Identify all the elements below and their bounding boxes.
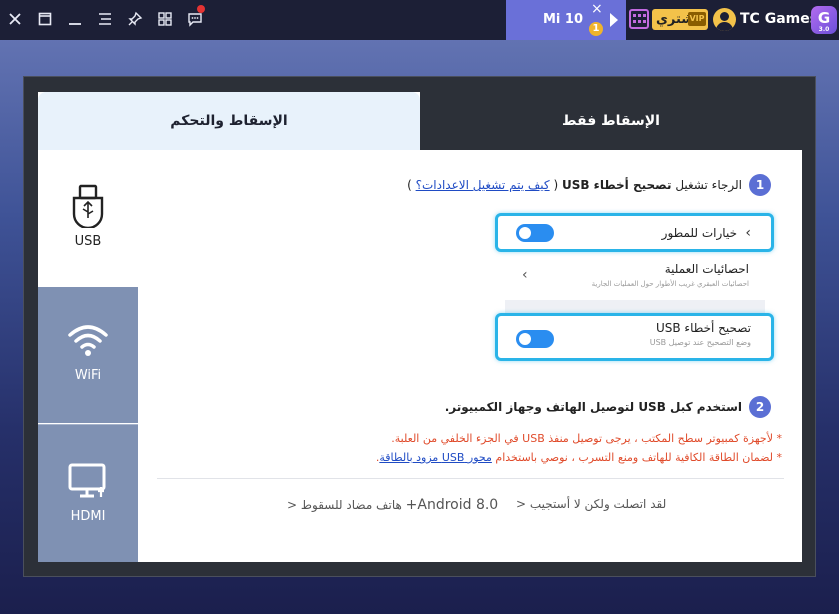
footer-connected-text: لقد اتصلت ولكن لا أستجيب xyxy=(529,497,667,511)
minimize-icon[interactable] xyxy=(64,8,86,30)
usb-debugging-subtitle: وضع التصحيح عند توصيل USB xyxy=(649,338,751,347)
tab-projection-only[interactable]: الإسقاط فقط xyxy=(420,92,802,150)
title-bar: Mi 10 × 1 اشتري VIP TC Games G 3.0 xyxy=(0,0,839,40)
usb-debugging-box: تصحيح أخطاء USB وضع التصحيح عند توصيل US… xyxy=(495,313,774,361)
notification-dot xyxy=(197,5,205,13)
step1-bold: تصحيح أخطاء USB xyxy=(561,178,672,192)
divider xyxy=(505,300,765,314)
step-number-2: 2 xyxy=(749,396,771,418)
device-count-badge: 1 xyxy=(589,22,603,36)
android-suffix: هاتف مضاد للسقوط xyxy=(300,498,402,512)
how-to-enable-link[interactable]: كيف يتم تشغيل الاعدادات؟ xyxy=(416,178,550,192)
chevron-left-icon: ‹ xyxy=(745,225,751,241)
sidebar-item-usb[interactable]: USB xyxy=(38,150,138,287)
note2-prefix: * لضمان الطاقة الكافية للهاتف ومنع التسر… xyxy=(495,451,782,464)
sidebar-label-hdmi: HDMI xyxy=(70,509,106,524)
device-close-icon[interactable]: × xyxy=(591,1,603,17)
device-tab[interactable]: Mi 10 × 1 xyxy=(506,0,626,40)
user-icon[interactable] xyxy=(713,8,736,31)
sidebar-item-wifi[interactable]: WiFi xyxy=(38,287,138,423)
app-logo: G 3.0 xyxy=(811,6,837,34)
connected-no-response-link[interactable]: لقد اتصلت ولكن لا أستجيب < xyxy=(516,497,666,511)
step1-prefix: الرجاء تشغيل xyxy=(675,178,742,192)
sidebar-item-hdmi[interactable]: HDMI xyxy=(38,424,138,562)
step2-instruction: استخدم كبل USB لتوصيل الهاتف وجهاز الكمب… xyxy=(444,400,742,414)
brand-name: TC Games xyxy=(740,11,819,27)
maximize-icon[interactable] xyxy=(34,8,56,30)
usb-icon xyxy=(72,184,104,228)
step1-open-paren: ( xyxy=(553,178,559,192)
monitor-icon xyxy=(68,463,106,498)
sidebar-label-usb: USB xyxy=(74,234,102,249)
step1-instruction: الرجاء تشغيل تصحيح أخطاء USB ( كيف يتم ت… xyxy=(407,178,742,192)
process-stats-subtitle: احصائيات العبقري غريب الأطوار حول العملي… xyxy=(591,280,749,288)
separator xyxy=(157,478,784,479)
usb-debugging-title: تصحيح أخطاء USB xyxy=(655,321,751,335)
tab-projection-control[interactable]: الإسقاط والتحكم xyxy=(38,92,420,150)
developer-options-box: خيارات للمطور ‹ xyxy=(495,213,774,252)
developer-options-toggle[interactable] xyxy=(516,224,554,242)
footer-arrow: < xyxy=(287,498,298,512)
note-powered-hub: * لضمان الطاقة الكافية للهاتف ومنع التسر… xyxy=(376,451,782,464)
footer-arrow: < xyxy=(516,497,527,511)
device-name: Mi 10 xyxy=(543,12,584,27)
android-anti-drop-link[interactable]: Android 8.0+ هاتف مضاد للسقوط < xyxy=(287,497,498,513)
wifi-icon xyxy=(68,325,108,356)
chevron-left-icon: ‹ xyxy=(522,267,528,283)
step1-close-paren: ) xyxy=(407,178,412,192)
developer-options-label: خيارات للمطور xyxy=(661,226,737,240)
process-stats-title: احصائيات العملية xyxy=(664,262,749,276)
note-desktop-usb: * لأجهزة كمبيوتر سطح المكتب ، يرجى توصيل… xyxy=(391,432,782,445)
vip-badge: VIP xyxy=(688,12,706,26)
play-arrow-icon[interactable] xyxy=(610,13,618,27)
usb-debugging-toggle[interactable] xyxy=(516,330,554,348)
step-number-1: 1 xyxy=(749,174,771,196)
logo-version: 3.0 xyxy=(818,26,830,33)
close-icon[interactable] xyxy=(4,8,26,30)
android-version: Android 8.0+ xyxy=(405,497,499,513)
powered-usb-hub-link[interactable]: محور USB مزود بالطاقة xyxy=(379,451,492,464)
pin-icon[interactable] xyxy=(124,8,146,30)
menu-icon[interactable] xyxy=(94,8,116,30)
buy-vip-button[interactable]: اشتري VIP xyxy=(652,9,708,30)
grid-icon[interactable] xyxy=(154,8,176,30)
logo-letter: G xyxy=(817,9,831,27)
message-icon[interactable] xyxy=(184,5,206,30)
sidebar-label-wifi: WiFi xyxy=(74,368,102,383)
calendar-icon[interactable] xyxy=(629,9,649,29)
process-stats-row: ‹ احصائيات العملية احصائيات العبقري غريب… xyxy=(505,258,765,298)
